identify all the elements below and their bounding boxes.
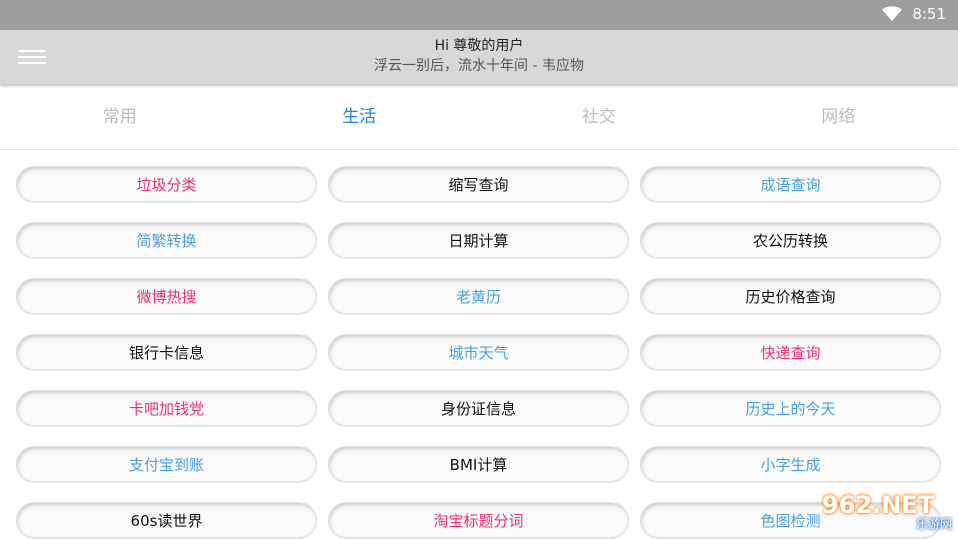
title-block: Hi 尊敬的用户 浮云一别后，流水十年间 - 韦应物: [0, 36, 958, 76]
tool-grid: 垃圾分类 缩写查询 成语查询简繁转换 日期计算 农公历转换微博热搜 老黄历 历史价格查询银行…: [16, 166, 942, 538]
wifi-icon: [882, 6, 903, 21]
tool-button[interactable]: BMI计算: [328, 446, 629, 482]
tool-button[interactable]: 老黄历: [328, 278, 629, 314]
tab-network[interactable]: 网络: [719, 86, 958, 149]
tool-button[interactable]: 成语查询: [640, 166, 941, 202]
clock: 8:51: [912, 5, 946, 23]
tool-button[interactable]: 城市天气: [328, 334, 629, 370]
status-bar: 8:51: [0, 0, 958, 30]
tool-button[interactable]: 银行卡信息: [16, 334, 317, 370]
tool-button[interactable]: 60s读世界: [16, 502, 317, 538]
app-bar: Hi 尊敬的用户 浮云一别后，流水十年间 - 韦应物: [0, 30, 958, 84]
tool-button[interactable]: 卡吧加钱党: [16, 390, 317, 426]
tool-button[interactable]: 垃圾分类: [16, 166, 317, 202]
tool-button[interactable]: 日期计算: [328, 222, 629, 258]
tool-button[interactable]: 支付宝到账: [16, 446, 317, 482]
watermark-logo: 962.NET 乐游网: [822, 491, 952, 535]
tool-button[interactable]: 缩写查询: [328, 166, 629, 202]
page-title: Hi 尊敬的用户: [434, 38, 524, 54]
page-subtitle: 浮云一别后，流水十年间 - 韦应物: [374, 58, 584, 74]
tool-button[interactable]: 历史上的今天: [640, 390, 941, 426]
status-right: 8:51: [882, 5, 946, 23]
tool-button[interactable]: 农公历转换: [640, 222, 941, 258]
tab-common[interactable]: 常用: [0, 86, 240, 149]
tool-button[interactable]: 小字生成: [640, 446, 941, 482]
tool-button[interactable]: 微博热搜: [16, 278, 317, 314]
tool-button[interactable]: 淘宝标题分词: [328, 502, 629, 538]
tab-life[interactable]: 生活: [240, 86, 480, 149]
tool-button[interactable]: 身份证信息: [328, 390, 629, 426]
tool-button[interactable]: 快递查询: [640, 334, 941, 370]
tool-button[interactable]: 简繁转换: [16, 222, 317, 258]
tab-bar: 常用 生活 社交 网络: [0, 86, 958, 150]
tool-button[interactable]: 历史价格查询: [640, 278, 941, 314]
tab-social[interactable]: 社交: [479, 86, 719, 149]
